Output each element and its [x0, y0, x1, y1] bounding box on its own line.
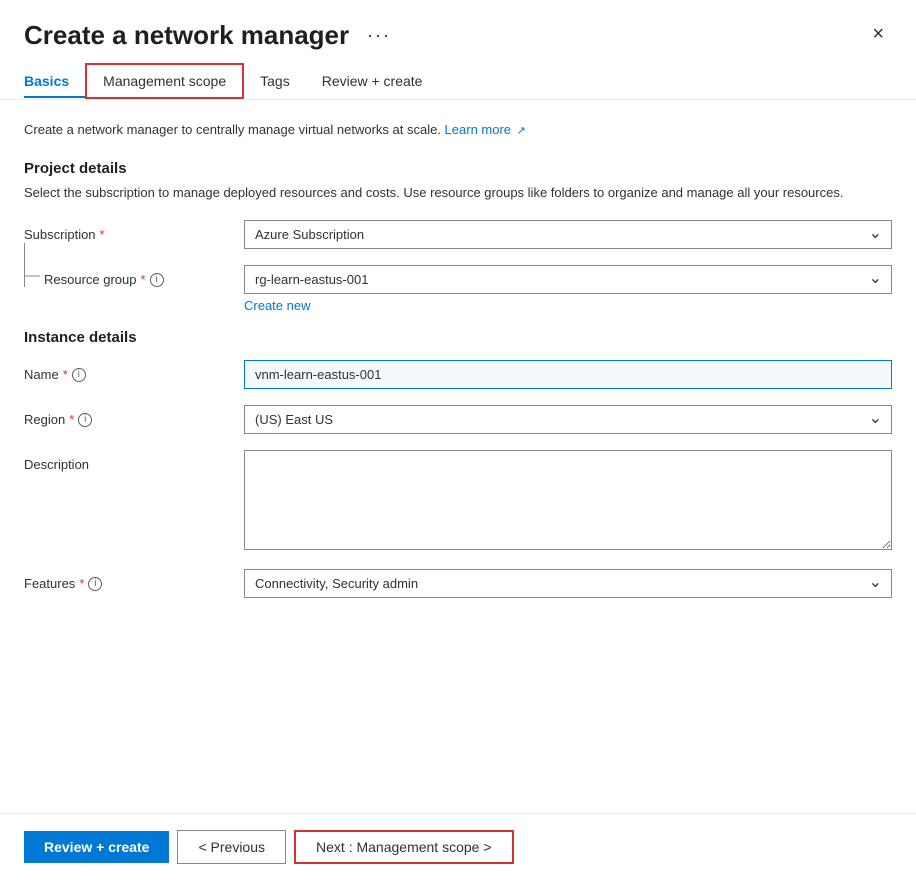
features-select-wrapper: Connectivity, Security admin [244, 569, 892, 598]
tab-basics[interactable]: Basics [24, 65, 85, 97]
name-input[interactable] [244, 360, 892, 389]
tab-review-create[interactable]: Review + create [306, 65, 439, 97]
instance-details-title: Instance details [24, 329, 892, 346]
region-select[interactable]: (US) East US [244, 405, 892, 434]
tab-bar: Basics Management scope Tags Review + cr… [0, 51, 916, 100]
name-control [244, 360, 892, 389]
region-select-wrapper: (US) East US [244, 405, 892, 434]
features-info-icon[interactable]: i [88, 577, 102, 591]
description-control [244, 450, 892, 553]
resource-group-label: Resource group * i [24, 265, 244, 287]
description-row: Description [24, 450, 892, 553]
resource-group-required-marker: * [141, 272, 146, 287]
features-label: Features * i [24, 569, 244, 591]
title-row: Create a network manager ··· [24, 20, 397, 51]
features-select[interactable]: Connectivity, Security admin [244, 569, 892, 598]
resource-group-row: Resource group * i rg-learn-eastus-001 C… [24, 265, 892, 313]
ellipsis-button[interactable]: ··· [361, 23, 397, 48]
dialog-title: Create a network manager [24, 20, 349, 51]
features-row: Features * i Connectivity, Security admi… [24, 569, 892, 598]
name-required-marker: * [63, 367, 68, 382]
region-control: (US) East US [244, 405, 892, 434]
subscription-select[interactable]: Azure Subscription [244, 220, 892, 249]
close-button[interactable]: × [864, 20, 892, 48]
name-info-icon[interactable]: i [72, 368, 86, 382]
next-management-scope-button[interactable]: Next : Management scope > [294, 830, 514, 864]
subscription-row: Subscription * Azure Subscription [24, 220, 892, 249]
tab-tags[interactable]: Tags [244, 65, 306, 97]
page-description: Create a network manager to centrally ma… [24, 120, 892, 140]
dialog-header: Create a network manager ··· × [0, 0, 916, 51]
resource-group-control: rg-learn-eastus-001 Create new [244, 265, 892, 313]
resource-group-select[interactable]: rg-learn-eastus-001 [244, 265, 892, 294]
subscription-required-marker: * [100, 227, 105, 242]
review-create-button[interactable]: Review + create [24, 831, 169, 863]
subscription-select-wrapper: Azure Subscription [244, 220, 892, 249]
previous-button[interactable]: < Previous [177, 830, 286, 864]
region-label: Region * i [24, 405, 244, 427]
resource-group-info-icon[interactable]: i [150, 273, 164, 287]
dialog-content: Create a network manager to centrally ma… [0, 100, 916, 813]
create-new-link[interactable]: Create new [244, 298, 310, 313]
region-row: Region * i (US) East US [24, 405, 892, 434]
description-textarea[interactable] [244, 450, 892, 550]
region-info-icon[interactable]: i [78, 413, 92, 427]
name-row: Name * i [24, 360, 892, 389]
description-label: Description [24, 450, 244, 472]
create-network-manager-dialog: Create a network manager ··· × Basics Ma… [0, 0, 916, 880]
tab-management-scope[interactable]: Management scope [85, 63, 244, 99]
name-label: Name * i [24, 360, 244, 382]
project-details-desc: Select the subscription to manage deploy… [24, 183, 892, 203]
region-required-marker: * [69, 412, 74, 427]
project-details-title: Project details [24, 160, 892, 177]
subscription-control: Azure Subscription [244, 220, 892, 249]
resource-group-select-wrapper: rg-learn-eastus-001 [244, 265, 892, 294]
features-required-marker: * [79, 576, 84, 591]
features-control: Connectivity, Security admin [244, 569, 892, 598]
dialog-footer: Review + create < Previous Next : Manage… [0, 813, 916, 880]
external-link-icon: ↗ [517, 123, 526, 140]
subscription-label: Subscription * [24, 220, 244, 242]
learn-more-link[interactable]: Learn more ↗ [445, 122, 526, 137]
